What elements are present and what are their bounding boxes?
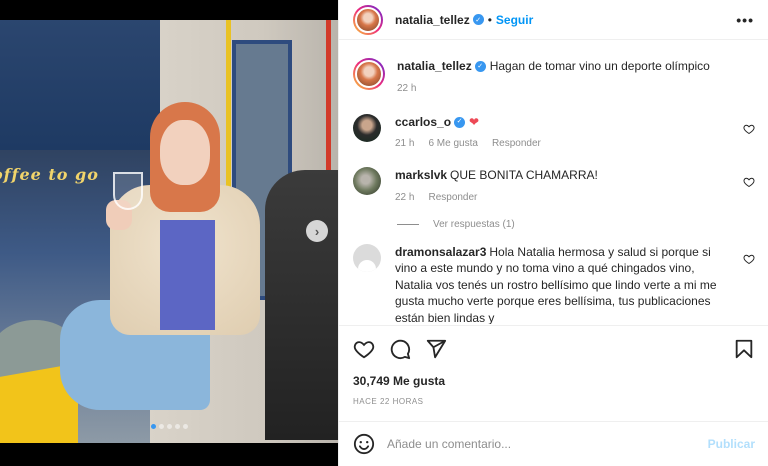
share-icon[interactable]: [425, 338, 447, 360]
post-actions: 30,749 Me gusta HACE 22 HORAS: [339, 325, 768, 406]
comment-likes[interactable]: 6 Me gusta: [428, 138, 477, 149]
comment-body: dramonsalazar3 Hola Natalia hermosa y sal…: [395, 244, 755, 325]
like-icon[interactable]: [353, 338, 375, 360]
more-icon[interactable]: •••: [736, 12, 754, 28]
reply-button[interactable]: Responder: [492, 138, 541, 149]
instagram-post: offee to go › natalia_tellez ✓ • Seguir …: [0, 0, 768, 466]
replies-line: [397, 223, 419, 225]
caption-time: 22 h: [397, 82, 417, 94]
reply-button[interactable]: Responder: [428, 192, 477, 203]
photo-awning: [0, 20, 160, 150]
view-replies-button[interactable]: Ver respuestas (1): [397, 219, 755, 230]
comment-username[interactable]: ccarlos_o: [395, 115, 451, 129]
comment-body: markslvk QUE BONITA CHAMARRA! 22 h Respon…: [395, 167, 755, 203]
post-side-panel: natalia_tellez ✓ • Seguir ••• natalia_te…: [338, 0, 768, 466]
add-comment-bar: Publicar: [339, 421, 768, 466]
comment-body: ccarlos_o ✓ ❤ 21 h 6 Me gusta Responder: [395, 114, 755, 150]
separator-dot: •: [487, 12, 492, 27]
likes-count[interactable]: 30,749 Me gusta: [353, 374, 755, 388]
post-media: offee to go ›: [0, 0, 338, 466]
photo-stroller: [265, 170, 338, 440]
heart-icon[interactable]: [743, 253, 755, 265]
comments-list[interactable]: natalia_tellez ✓ Hagan de tomar vino un de…: [339, 41, 768, 324]
carousel-dot: [158, 424, 164, 429]
verified-icon: ✓: [454, 116, 466, 128]
photo-wine-glass: [113, 172, 143, 210]
caption-username[interactable]: natalia_tellez: [397, 59, 472, 73]
carousel-dots: [0, 424, 338, 429]
action-icons: [353, 338, 755, 360]
caption-meta: 22 h: [397, 83, 727, 94]
emoji-icon[interactable]: [353, 433, 375, 455]
heart-emoji: ❤: [469, 114, 480, 129]
carousel-dot: [150, 424, 156, 429]
caption-avatar[interactable]: [353, 58, 385, 90]
photo-pole-red: [326, 20, 331, 170]
follow-button[interactable]: Seguir: [496, 13, 533, 27]
caption-text-line: natalia_tellez ✓ Hagan de tomar vino un de…: [397, 58, 727, 75]
save-icon[interactable]: [733, 338, 755, 360]
comment-text-line: markslvk QUE BONITA CHAMARRA!: [395, 167, 727, 184]
comment-text-line: ccarlos_o ✓ ❤: [395, 114, 727, 131]
post-header: natalia_tellez ✓ • Seguir •••: [339, 0, 768, 40]
comment-username[interactable]: dramonsalazar3: [395, 245, 486, 259]
carousel-next-button[interactable]: ›: [306, 220, 328, 242]
post-photo[interactable]: offee to go: [0, 20, 338, 443]
heart-icon[interactable]: [743, 176, 755, 188]
comment-meta: 22 h Responder: [395, 192, 727, 203]
comment-avatar[interactable]: [353, 113, 381, 142]
verified-icon: ✓: [472, 14, 484, 25]
view-replies-label: Ver respuestas (1): [433, 218, 515, 230]
photo-scarf: [160, 220, 215, 330]
avatar-image: [355, 60, 383, 88]
comment-time: 21 h: [395, 138, 415, 149]
caption-text: Hagan de tomar vino un deporte olímpico: [489, 59, 710, 73]
carousel-dot: [166, 424, 172, 429]
comment-icon[interactable]: [389, 338, 411, 360]
comment-avatar[interactable]: [353, 243, 381, 272]
comment-item: ccarlos_o ✓ ❤ 21 h 6 Me gusta Responder: [353, 113, 755, 150]
verified-icon: ✓: [474, 61, 486, 73]
author-username[interactable]: natalia_tellez: [395, 13, 470, 27]
heart-icon[interactable]: [743, 123, 755, 135]
default-avatar-body: [358, 259, 376, 272]
comment-meta: 21 h 6 Me gusta Responder: [395, 138, 727, 149]
carousel-dot: [174, 424, 180, 429]
photo-sign: offee to go: [0, 165, 99, 184]
caption: natalia_tellez ✓ Hagan de tomar vino un de…: [353, 58, 755, 94]
photo-face: [160, 120, 210, 185]
post-time-ago: HACE 22 HORAS: [353, 397, 424, 406]
avatar-image: [355, 6, 381, 33]
comment-username[interactable]: markslvk: [395, 168, 447, 182]
caption-body: natalia_tellez ✓ Hagan de tomar vino un de…: [397, 58, 755, 94]
chevron-right-icon: ›: [314, 223, 320, 239]
comment-item: markslvk QUE BONITA CHAMARRA! 22 h Respon…: [353, 167, 755, 203]
comment-text-line: dramonsalazar3 Hola Natalia hermosa y sal…: [395, 244, 727, 325]
comment-time: 22 h: [395, 191, 415, 203]
comment-item: dramonsalazar3 Hola Natalia hermosa y sal…: [353, 243, 755, 325]
carousel-dot: [182, 424, 188, 429]
author-avatar[interactable]: [353, 4, 383, 35]
comment-avatar[interactable]: [353, 167, 381, 195]
publish-button[interactable]: Publicar: [708, 437, 755, 451]
comment-text: QUE BONITA CHAMARRA!: [450, 168, 598, 182]
comment-input[interactable]: [387, 437, 708, 451]
